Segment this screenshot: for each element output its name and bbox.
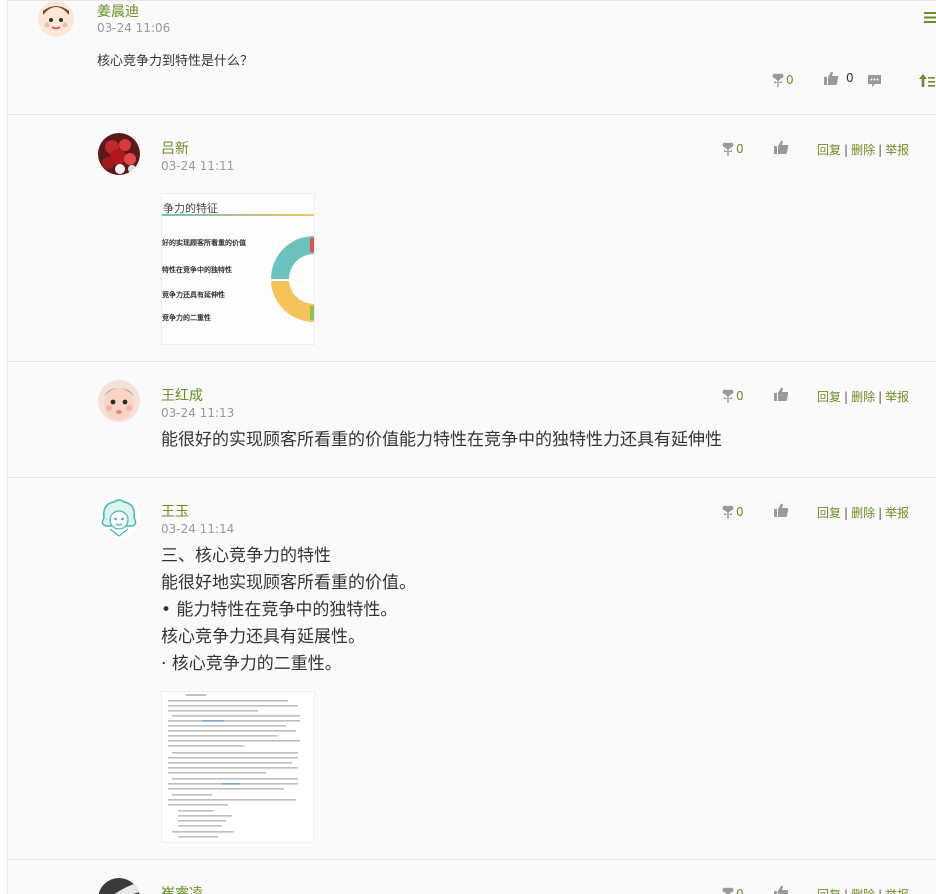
reply-link[interactable]: 回复	[817, 506, 841, 520]
post-time: 03-24 11:11	[161, 159, 234, 173]
reply-actions: 回复|删除|举报	[817, 504, 909, 521]
reply-item: 吕新 03-24 11:11 0 回复|删除|举报 争力的特征 好的实现顾客所看…	[8, 115, 936, 361]
separator: |	[878, 506, 882, 520]
separator: |	[844, 506, 848, 520]
like-button[interactable]: 0	[824, 71, 854, 85]
separator: |	[878, 143, 882, 157]
like-count: 0	[846, 71, 854, 85]
content-line: 三、核心竞争力的特性	[161, 543, 416, 570]
post-content: 三、核心竞争力的特性 能很好地实现顾客所看重的价值。 • 能力特性在竞争中的独特…	[161, 543, 416, 678]
post-time: 03-24 11:13	[161, 406, 234, 420]
post-content: 核心竞争力到特性是什么？	[97, 50, 253, 69]
delete-link[interactable]: 删除	[851, 143, 875, 157]
reply-actions: 回复|删除|举报	[817, 141, 909, 158]
comment-thread: 姜晨迪 03-24 11:06 核心竞争力到特性是什么？ 0 0	[7, 0, 936, 894]
content-line: • 能力特性在竞争中的独特性。	[161, 597, 416, 624]
reply-item: 王玉 03-24 11:14 三、核心竞争力的特性 能很好地实现顾客所看重的价值…	[8, 478, 936, 859]
author-name[interactable]: 崔睿凌	[161, 883, 203, 894]
like-button[interactable]	[774, 503, 789, 517]
thumbs-up-icon	[824, 71, 839, 85]
report-link[interactable]: 举报	[885, 390, 909, 404]
reply-actions: 回复|删除|举报	[817, 388, 909, 405]
attached-image[interactable]	[161, 691, 315, 843]
avatar[interactable]	[98, 878, 140, 894]
flower-button[interactable]: 0	[721, 388, 744, 403]
separator: |	[878, 390, 882, 404]
thumbs-up-icon	[774, 387, 789, 401]
reply-item: 王红成 03-24 11:13 能很好的实现顾客所看重的价值能力特性在竞争中的独…	[8, 362, 936, 477]
reply-item: 崔睿凌 0 回复|删除|举报	[8, 860, 936, 894]
thumbs-up-icon	[774, 503, 789, 517]
reply-link[interactable]: 回复	[817, 888, 841, 894]
post-content: 能很好的实现顾客所看重的价值能力特性在竞争中的独特性力还具有延伸性	[161, 427, 722, 454]
author-name[interactable]: 姜晨迪	[97, 1, 139, 21]
image-item: 竞争力还具有延伸性	[162, 290, 225, 300]
comment-icon	[867, 74, 882, 88]
image-item: 特性在竞争中的独特性	[162, 265, 232, 275]
flower-count: 0	[736, 505, 744, 519]
avatar[interactable]	[98, 133, 140, 175]
thumbs-up-icon	[774, 140, 789, 154]
content-line: · 核心竞争力的二重性。	[161, 651, 416, 678]
flower-button[interactable]: 0	[771, 72, 794, 87]
author-name[interactable]: 王玉	[161, 501, 189, 521]
content-line: 能很好地实现顾客所看重的价值。	[161, 570, 416, 597]
attached-image[interactable]: 争力的特征 好的实现顾客所看重的价值 特性在竞争中的独特性 竞争力还具有延伸性 …	[161, 193, 315, 345]
like-button[interactable]	[774, 140, 789, 154]
image-item: 竞争力的二重性	[162, 313, 211, 323]
flower-button[interactable]: 0	[721, 141, 744, 156]
report-link[interactable]: 举报	[885, 143, 909, 157]
report-link[interactable]: 举报	[885, 506, 909, 520]
avatar[interactable]	[38, 1, 74, 37]
author-name[interactable]: 吕新	[161, 138, 189, 158]
flower-icon	[721, 504, 735, 519]
delete-link[interactable]: 删除	[851, 888, 875, 894]
separator: |	[844, 390, 848, 404]
avatar[interactable]	[98, 496, 140, 538]
sort-button[interactable]	[919, 74, 935, 87]
separator: |	[844, 143, 848, 157]
sort-up-icon	[919, 74, 935, 87]
delete-link[interactable]: 删除	[851, 390, 875, 404]
report-link[interactable]: 举报	[885, 888, 909, 894]
content-line: 核心竞争力还具有延展性。	[161, 624, 416, 651]
separator: |	[878, 888, 882, 894]
flower-icon	[721, 388, 735, 403]
post-time: 03-24 11:06	[97, 21, 170, 35]
flower-count: 0	[736, 389, 744, 403]
flower-icon	[721, 141, 735, 156]
menu-icon[interactable]	[924, 8, 936, 27]
flower-icon	[771, 72, 785, 87]
reply-link[interactable]: 回复	[817, 143, 841, 157]
document-preview	[162, 692, 314, 842]
flower-count: 0	[736, 142, 744, 156]
author-name[interactable]: 王红成	[161, 385, 203, 405]
reply-link[interactable]: 回复	[817, 390, 841, 404]
like-button[interactable]	[774, 387, 789, 401]
delete-link[interactable]: 删除	[851, 506, 875, 520]
main-post: 姜晨迪 03-24 11:06 核心竞争力到特性是什么？ 0 0	[8, 1, 936, 114]
post-time: 03-24 11:14	[161, 522, 234, 536]
flower-button[interactable]: 0	[721, 504, 744, 519]
donut-graphic	[262, 234, 314, 324]
image-item: 好的实现顾客所看重的价值	[162, 238, 246, 248]
avatar[interactable]	[98, 380, 140, 422]
image-underline	[162, 214, 314, 216]
comment-button[interactable]	[867, 74, 882, 88]
separator: |	[844, 888, 848, 894]
flower-count: 0	[786, 73, 794, 87]
